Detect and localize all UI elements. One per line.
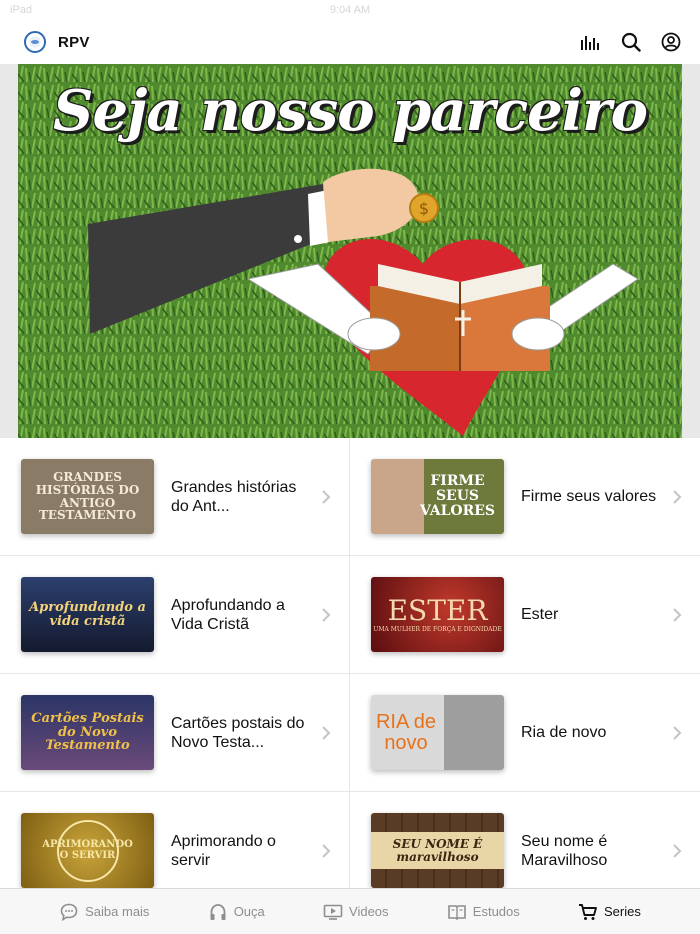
status-bar: iPad 9:04 AM bbox=[0, 0, 700, 20]
chevron-right-icon bbox=[322, 607, 331, 622]
tab-videos[interactable]: Videos bbox=[323, 902, 389, 922]
thumbnail-title: ESTER bbox=[387, 594, 488, 628]
series-title: Firme seus valores bbox=[521, 488, 657, 505]
series-item[interactable]: FIRME SEUS VALORES Firme seus valores bbox=[350, 438, 700, 556]
search-icon[interactable] bbox=[620, 31, 642, 53]
chevron-right-icon bbox=[322, 843, 331, 858]
series-thumbnail: SEU NOME É maravilhoso bbox=[371, 813, 504, 888]
series-title: Ria de novo bbox=[521, 724, 607, 741]
series-item[interactable]: GRANDES HISTÓRIAS DO ANTIGO TESTAMENTO G… bbox=[0, 438, 350, 556]
tab-estudos[interactable]: Estudos bbox=[447, 902, 520, 922]
partner-banner[interactable]: $ Seja nosso parceiro bbox=[0, 64, 700, 438]
app-logo bbox=[24, 31, 46, 53]
banner-title: Seja nosso parceiro bbox=[53, 78, 648, 144]
thumbnail-title: SEU NOME É maravilhoso bbox=[371, 831, 504, 870]
video-icon bbox=[323, 902, 343, 922]
header-actions bbox=[580, 31, 682, 53]
thumbnail-title: FIRME SEUS VALORES bbox=[419, 473, 496, 519]
series-title: Cartões postais do Novo Testa... bbox=[171, 714, 305, 751]
series-thumbnail: GRANDES HISTÓRIAS DO ANTIGO TESTAMENTO bbox=[21, 459, 154, 534]
series-item[interactable]: APRIMORANDO O SERVIR Aprimorando o servi… bbox=[0, 792, 350, 888]
thumbnail-subtitle: UMA MULHER DE FORÇA E DIGNIDADE bbox=[373, 625, 502, 633]
tab-ouca[interactable]: Ouça bbox=[208, 902, 265, 922]
series-title: Ester bbox=[521, 606, 559, 623]
chevron-right-icon bbox=[673, 725, 682, 740]
tab-label: Series bbox=[604, 904, 641, 919]
clock: 9:04 AM bbox=[329, 4, 371, 16]
series-thumbnail: RIA de novo bbox=[371, 695, 504, 770]
tab-label: Videos bbox=[349, 904, 389, 919]
svg-text:$: $ bbox=[419, 199, 429, 218]
cart-icon bbox=[578, 902, 598, 922]
chevron-right-icon bbox=[673, 843, 682, 858]
series-thumbnail: Cartões Postais do Novo Testamento bbox=[21, 695, 154, 770]
tab-saiba-mais[interactable]: Saiba mais bbox=[59, 902, 149, 922]
thumbnail-title: GRANDES HISTÓRIAS DO ANTIGO TESTAMENTO bbox=[35, 470, 140, 523]
chevron-right-icon bbox=[322, 489, 331, 504]
series-item[interactable]: Aprofundando a vida cristã Aprofundando … bbox=[0, 556, 350, 674]
tab-bar: Saiba mais Ouça Videos Estudos Series bbox=[0, 888, 700, 934]
equalizer-icon[interactable] bbox=[580, 31, 602, 53]
series-thumbnail: FIRME SEUS VALORES bbox=[371, 459, 504, 534]
book-icon bbox=[447, 902, 467, 922]
banner-image: $ Seja nosso parceiro bbox=[18, 64, 682, 438]
chevron-right-icon bbox=[673, 607, 682, 622]
series-grid: GRANDES HISTÓRIAS DO ANTIGO TESTAMENTO G… bbox=[0, 438, 700, 888]
thumbnail-title: Aprofundando a vida cristã bbox=[29, 599, 146, 629]
thumbnail-title: Cartões Postais do Novo Testamento bbox=[31, 711, 144, 754]
series-thumbnail: ESTER UMA MULHER DE FORÇA E DIGNIDADE bbox=[371, 577, 504, 652]
headphones-icon bbox=[208, 902, 228, 922]
series-item[interactable]: ESTER UMA MULHER DE FORÇA E DIGNIDADE Es… bbox=[350, 556, 700, 674]
app-title: RPV bbox=[58, 33, 90, 51]
chevron-right-icon bbox=[322, 725, 331, 740]
thumbnail-title: RIA de novo bbox=[375, 710, 437, 754]
series-title: Seu nome é Maravilhoso bbox=[521, 832, 608, 869]
tab-series[interactable]: Series bbox=[578, 902, 641, 922]
series-title: Grandes histórias do Ant... bbox=[171, 478, 297, 515]
top-bar: RPV bbox=[0, 20, 700, 64]
series-item[interactable]: SEU NOME É maravilhoso Seu nome é Maravi… bbox=[350, 792, 700, 888]
tab-label: Ouça bbox=[233, 904, 265, 919]
tab-label: Estudos bbox=[472, 904, 520, 919]
series-item[interactable]: Cartões Postais do Novo Testamento Cartõ… bbox=[0, 674, 350, 792]
series-thumbnail: Aprofundando a vida cristã bbox=[21, 577, 154, 652]
series-title: Aprimorando o servir bbox=[171, 832, 276, 869]
chat-bubble-icon bbox=[59, 902, 79, 922]
account-icon[interactable] bbox=[660, 31, 682, 53]
series-title: Aprofundando a Vida Cristã bbox=[171, 596, 285, 633]
tab-label: Saiba mais bbox=[85, 904, 150, 919]
thumbnail-title: APRIMORANDO O SERVIR bbox=[42, 819, 133, 882]
series-thumbnail: APRIMORANDO O SERVIR bbox=[21, 813, 154, 888]
chevron-right-icon bbox=[673, 489, 682, 504]
series-item[interactable]: RIA de novo Ria de novo bbox=[350, 674, 700, 792]
